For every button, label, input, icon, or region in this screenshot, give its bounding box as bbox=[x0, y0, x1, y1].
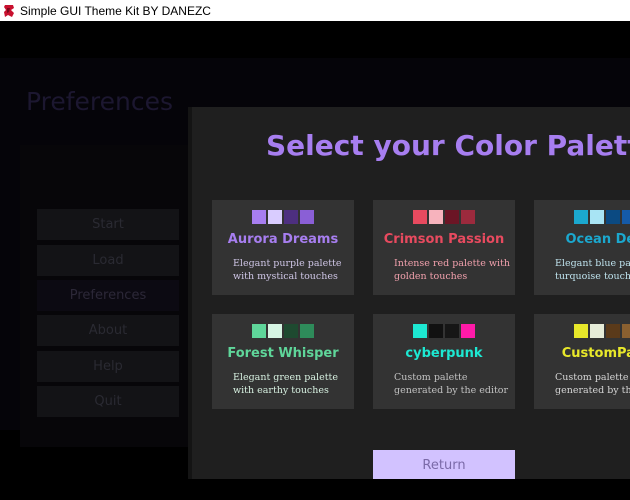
color-swatch bbox=[622, 210, 630, 224]
palette-swatches bbox=[534, 210, 630, 224]
palette-card-forest-whisper[interactable]: Forest Whisper Elegant green palette with… bbox=[212, 314, 354, 409]
palette-description: Elegant purple palette with mystical tou… bbox=[233, 258, 342, 282]
color-swatch bbox=[300, 324, 314, 338]
menu-button-help[interactable]: Help bbox=[37, 351, 179, 382]
menu-button-start[interactable]: Start bbox=[37, 209, 179, 240]
palette-swatches bbox=[373, 210, 515, 224]
color-swatch bbox=[284, 324, 298, 338]
palette-description: Intense red palette with golden touches bbox=[394, 258, 510, 282]
color-swatch bbox=[268, 324, 282, 338]
palette-name: Aurora Dreams bbox=[227, 232, 339, 247]
color-swatch bbox=[445, 324, 459, 338]
color-swatch bbox=[574, 324, 588, 338]
palette-description: Custom palette generated by the editor bbox=[394, 372, 509, 396]
palette-description: Custom palette generated by the e bbox=[555, 372, 630, 396]
color-swatch bbox=[606, 324, 620, 338]
color-swatch bbox=[413, 210, 427, 224]
color-swatch bbox=[590, 324, 604, 338]
menu-button-about[interactable]: About bbox=[37, 315, 179, 346]
color-swatch bbox=[268, 210, 282, 224]
palette-card-cyberpunk[interactable]: cyberpunk Custom palette generated by the… bbox=[373, 314, 515, 409]
window-titlebar: Simple GUI Theme Kit BY DANEZC bbox=[0, 0, 630, 21]
color-swatch bbox=[445, 210, 459, 224]
color-swatch bbox=[413, 324, 427, 338]
menu-button-quit[interactable]: Quit bbox=[37, 386, 179, 417]
color-swatch bbox=[622, 324, 630, 338]
palette-card-ocean-deep[interactable]: Ocean Dep Elegant blue palett turquoise t… bbox=[534, 200, 630, 295]
palette-description: Elegant blue palett turquoise touches bbox=[555, 258, 630, 282]
palette-name: CustomPale bbox=[561, 346, 630, 361]
color-swatch bbox=[461, 210, 475, 224]
return-button[interactable]: Return bbox=[373, 450, 515, 479]
dialog-edge bbox=[188, 107, 192, 479]
color-swatch bbox=[284, 210, 298, 224]
window-title: Simple GUI Theme Kit BY DANEZC bbox=[20, 3, 211, 18]
palette-swatches bbox=[212, 210, 354, 224]
app-logo-icon bbox=[2, 4, 16, 18]
palette-swatches bbox=[373, 324, 515, 338]
palette-card-crimson-passion[interactable]: Crimson Passion Intense red palette with … bbox=[373, 200, 515, 295]
color-swatch bbox=[574, 210, 588, 224]
color-swatch bbox=[429, 324, 443, 338]
palette-swatches bbox=[212, 324, 354, 338]
color-swatch bbox=[300, 210, 314, 224]
color-swatch bbox=[590, 210, 604, 224]
palette-name: Crimson Passion bbox=[383, 232, 505, 247]
palette-card-custom-palette[interactable]: CustomPale Custom palette generated by th… bbox=[534, 314, 630, 409]
menu-button-preferences[interactable]: Preferences bbox=[37, 280, 179, 311]
menu-button-load[interactable]: Load bbox=[37, 245, 179, 276]
color-swatch bbox=[606, 210, 620, 224]
color-swatch bbox=[252, 324, 266, 338]
palette-name: Forest Whisper bbox=[227, 346, 339, 361]
palette-card-aurora-dreams[interactable]: Aurora Dreams Elegant purple palette with… bbox=[212, 200, 354, 295]
dialog-title: Select your Color Palette bbox=[266, 129, 630, 162]
palette-dialog: Select your Color Palette Aurora Dreams E… bbox=[188, 107, 630, 479]
color-swatch bbox=[429, 210, 443, 224]
background-heading: Preferences bbox=[26, 87, 174, 116]
palette-description: Elegant green palette with earthy touche… bbox=[233, 372, 338, 396]
palette-name: cyberpunk bbox=[405, 346, 483, 361]
palette-name: Ocean Dep bbox=[565, 232, 630, 247]
color-swatch bbox=[252, 210, 266, 224]
color-swatch bbox=[461, 324, 475, 338]
palette-swatches bbox=[534, 324, 630, 338]
